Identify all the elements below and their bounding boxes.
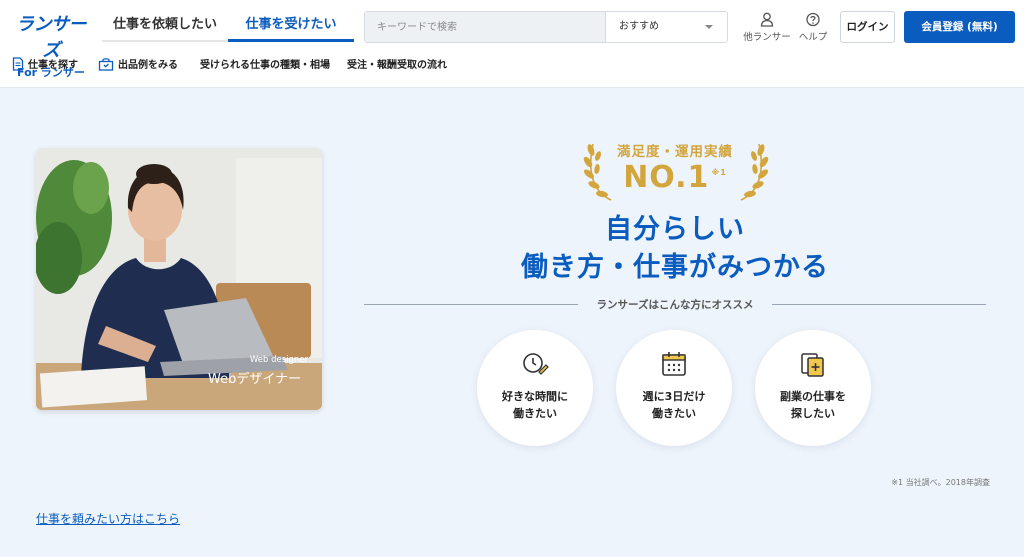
option-three-days-label: 週に3日だけ 働きたい <box>642 390 706 420</box>
search-box: おすすめ <box>364 11 728 43</box>
other-lancers-label: 他ランサー <box>743 32 791 43</box>
subnav-listing-examples-label: 出品例をみる <box>118 60 178 71</box>
subnav-job-types[interactable]: 受けられる仕事の種類・相場 <box>200 54 330 80</box>
document-icon <box>12 57 24 71</box>
person-icon <box>760 12 774 27</box>
divider-right <box>772 304 986 305</box>
photo-caption: Webデザイナー <box>208 372 302 387</box>
badge-no1: NO.1 ※1 <box>560 160 790 195</box>
option-flexible-time[interactable]: 好きな時間に 働きたい <box>477 330 593 446</box>
recommend-label: ランサーズはこんな方にオススメ <box>596 299 754 311</box>
help-link[interactable]: ヘルプ <box>796 12 830 43</box>
documents-plus-icon <box>801 353 824 377</box>
headline-line-1: 自分らしい <box>605 214 745 245</box>
footnote: ※1 当社調べ。2018年調査 <box>891 478 990 487</box>
subnav-listing-examples[interactable]: 出品例をみる <box>98 54 178 80</box>
badge-satisfaction-label: 満足度・運用実績 <box>617 144 733 160</box>
divider-left <box>364 304 578 305</box>
chevron-down-icon <box>705 25 713 29</box>
option-side-job[interactable]: 副業の仕事を 探したい <box>755 330 871 446</box>
option-three-days[interactable]: 週に3日だけ 働きたい <box>616 330 732 446</box>
search-input[interactable] <box>365 12 606 42</box>
tab-receive-work[interactable]: 仕事を受けたい <box>228 10 354 42</box>
badge-no1-text: NO.1 <box>623 160 710 195</box>
subnav-order-flow[interactable]: 受注・報酬受取の流れ <box>347 54 447 80</box>
subnav-find-work[interactable]: 仕事を探す <box>12 54 78 80</box>
subnav-find-work-label: 仕事を探す <box>28 60 78 71</box>
option-flexible-time-label: 好きな時間に 働きたい <box>502 390 568 420</box>
shop-bag-icon <box>98 58 114 71</box>
clock-pen-icon <box>523 353 549 375</box>
option-side-job-label: 副業の仕事を 探したい <box>780 390 846 420</box>
photo-caption-sub: Web designer <box>249 355 308 365</box>
register-button[interactable]: 会員登録 (無料) <box>904 11 1015 43</box>
headline-line-2: 働き方・仕事がみつかる <box>521 252 829 283</box>
other-lancers-link[interactable]: 他ランサー <box>740 12 794 43</box>
calendar-icon <box>662 352 686 376</box>
login-button[interactable]: ログイン <box>840 11 895 43</box>
client-link[interactable]: 仕事を頼みたい方はこちら <box>36 510 180 527</box>
sort-select[interactable]: おすすめ <box>607 12 727 42</box>
sort-select-value: おすすめ <box>619 21 659 32</box>
help-label: ヘルプ <box>798 32 828 43</box>
question-circle-icon <box>806 12 820 27</box>
hero-photo: Web designer Webデザイナー <box>36 148 322 410</box>
badge-footnote-mark: ※1 <box>711 168 727 177</box>
tab-request-work[interactable]: 仕事を依頼したい <box>102 10 228 42</box>
header: ランサーズ For ランサー 仕事を依頼したい 仕事を受けたい おすすめ 他ラン… <box>0 0 1024 88</box>
